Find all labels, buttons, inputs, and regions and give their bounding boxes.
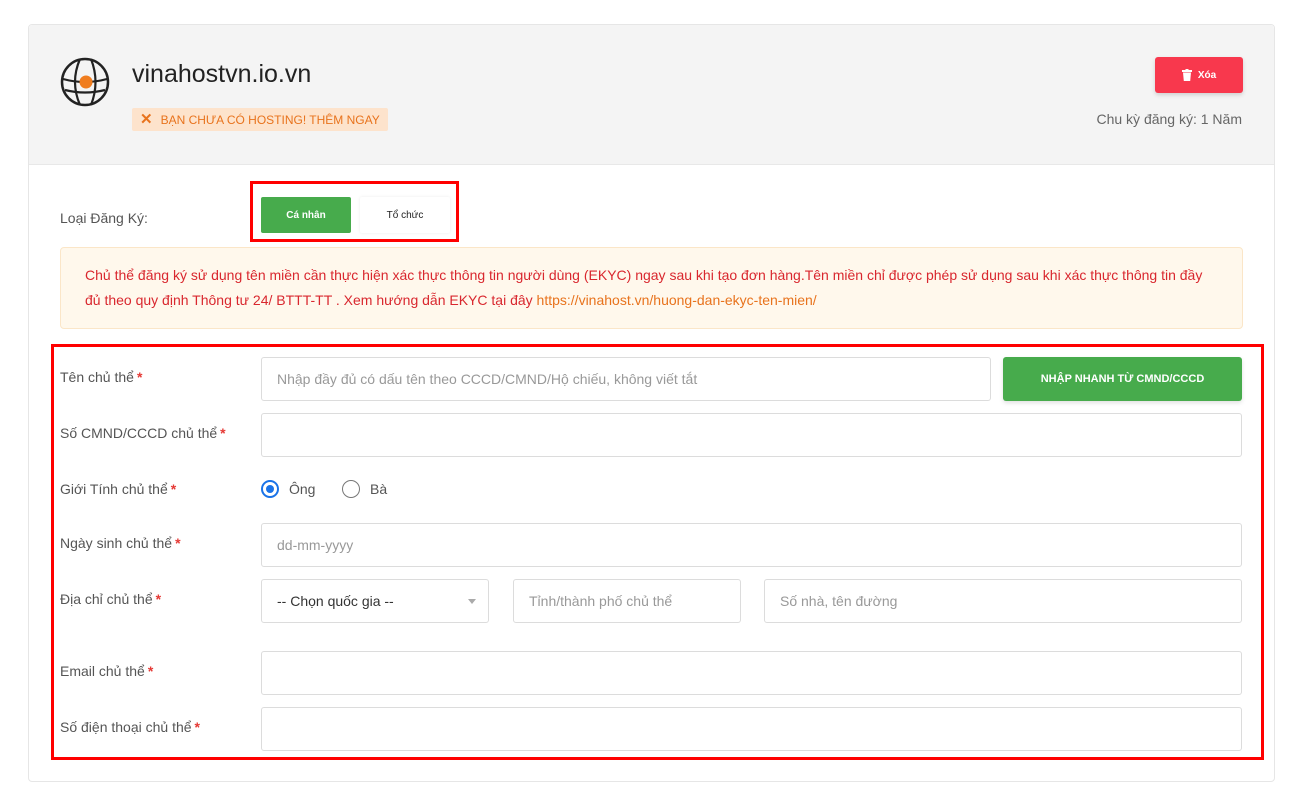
card-header: vinahostvn.io.vn ✕ BẠN CHƯA CÓ HOSTING! … [29,25,1274,165]
globe-icon [60,57,110,107]
name-label: Tên chủ thể * [60,369,143,385]
caret-down-icon [468,599,476,604]
tab-organization[interactable]: Tổ chức [360,197,450,233]
gender-radio-male[interactable]: Ông [261,480,315,498]
close-icon: ✕ [140,111,153,128]
quick-fill-button[interactable]: NHẬP NHANH TỪ CMND/CCCD [1003,357,1242,401]
ekyc-guide-link[interactable]: https://vinahost.vn/huong-dan-ekyc-ten-m… [537,292,817,308]
registration-type-label: Loại Đăng Ký: [60,210,148,226]
city-input[interactable]: Tỉnh/thành phố chủ thể [513,579,741,623]
gender-radio-female[interactable]: Bà [342,480,387,498]
gender-male-label: Ông [289,481,316,497]
country-select-value: -- Chọn quốc gia -- [277,593,394,609]
country-select[interactable]: -- Chọn quốc gia -- [261,579,489,623]
phone-label: Số điện thoại chủ thể * [60,719,200,735]
radio-checked-icon [261,480,279,498]
domain-card: vinahostvn.io.vn ✕ BẠN CHƯA CÓ HOSTING! … [28,24,1275,782]
name-input[interactable]: Nhập đầy đủ có dấu tên theo CCCD/CMND/Hộ… [261,357,991,401]
email-input[interactable] [261,651,1242,695]
address-label: Địa chỉ chủ thể * [60,591,162,607]
dob-label: Ngày sinh chủ thể * [60,535,181,551]
ekyc-notice: Chủ thể đăng ký sử dụng tên miền cần thự… [60,247,1243,329]
phone-input[interactable] [261,707,1242,751]
add-hosting-badge[interactable]: ✕ BẠN CHƯA CÓ HOSTING! THÊM NGAY [132,108,388,131]
id-number-label: Số CMND/CCCD chủ thể * [60,425,226,441]
tab-personal[interactable]: Cá nhân [261,197,351,233]
dob-input[interactable]: dd-mm-yyyy [261,523,1242,567]
gender-female-label: Bà [370,481,388,497]
radio-unchecked-icon [342,480,360,498]
add-hosting-text: BẠN CHƯA CÓ HOSTING! THÊM NGAY [160,112,380,127]
domain-name: vinahostvn.io.vn [132,60,312,88]
gender-label: Giới Tính chủ thể * [60,481,177,497]
registration-type-toggle: Cá nhân Tổ chức [261,197,451,233]
id-number-input[interactable] [261,413,1242,457]
trash-icon [1181,69,1192,81]
street-input[interactable]: Số nhà, tên đường [764,579,1242,623]
delete-button[interactable]: Xóa [1155,57,1243,93]
registration-cycle: Chu kỳ đăng ký: 1 Năm [1096,111,1242,127]
email-label: Email chủ thể * [60,663,154,679]
delete-label: Xóa [1197,69,1217,81]
